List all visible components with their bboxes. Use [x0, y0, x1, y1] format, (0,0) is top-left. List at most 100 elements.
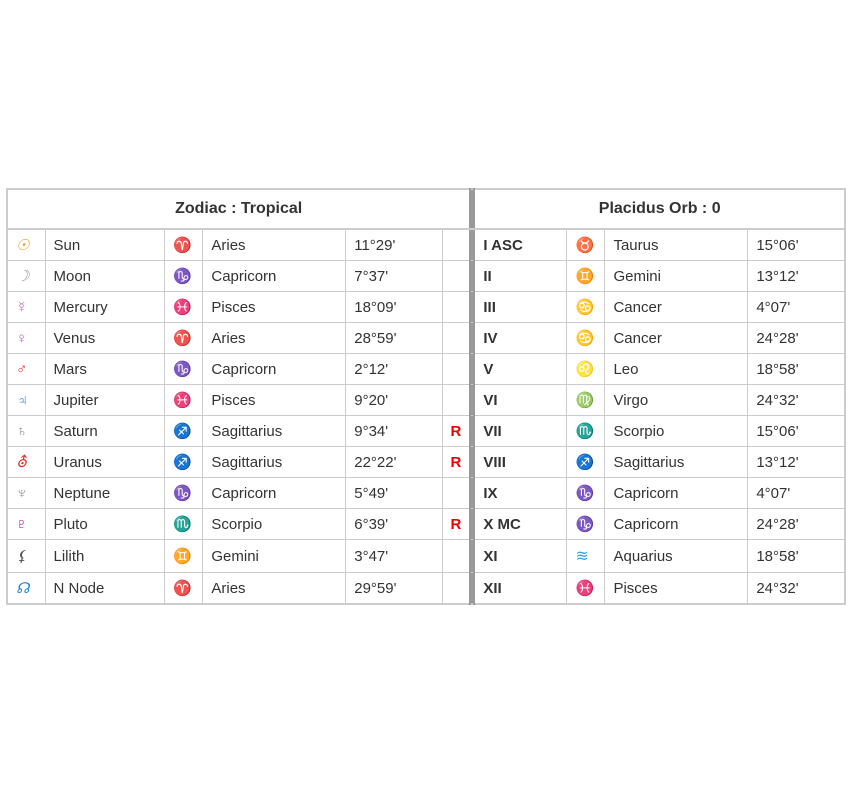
planet-degree: 6°39' — [346, 509, 442, 540]
house-degree: 18°58' — [748, 540, 845, 573]
house-sign-symbol: ♉ — [567, 229, 605, 261]
planet-sign-symbol: ♊ — [165, 540, 203, 573]
house-sign-name: Taurus — [605, 229, 748, 261]
planet-name: Moon — [45, 261, 165, 292]
planet-sign-name: Aries — [203, 323, 346, 354]
planet-sign-name: Pisces — [203, 385, 346, 416]
planet-retro — [442, 323, 470, 354]
planet-name: Pluto — [45, 509, 165, 540]
planet-retro — [442, 478, 470, 509]
planet-name: Lilith — [45, 540, 165, 573]
house-number: VII — [474, 416, 567, 447]
house-sign-name: Cancer — [605, 292, 748, 323]
planet-name: Neptune — [45, 478, 165, 509]
astrology-table: Zodiac : Tropical Placidus Orb : 0 ☉Sun♈… — [6, 188, 846, 605]
planet-name: Mercury — [45, 292, 165, 323]
house-sign-symbol: ♌ — [567, 354, 605, 385]
table-row: ☊N Node♈Aries29°59' XII♓Pisces24°32' — [7, 573, 845, 605]
planet-degree: 5°49' — [346, 478, 442, 509]
planet-symbol: ☉ — [7, 229, 45, 261]
house-sign-name: Aquarius — [605, 540, 748, 573]
house-sign-symbol: ≋ — [567, 540, 605, 573]
house-degree: 13°12' — [748, 261, 845, 292]
planet-symbol: ♆ — [7, 478, 45, 509]
house-sign-name: Pisces — [605, 573, 748, 605]
planet-sign-name: Sagittarius — [203, 447, 346, 478]
house-degree: 15°06' — [748, 229, 845, 261]
planet-retro — [442, 229, 470, 261]
house-sign-symbol: ♓ — [567, 573, 605, 605]
planet-sign-name: Aries — [203, 229, 346, 261]
planet-sign-name: Aries — [203, 573, 346, 605]
planet-degree: 29°59' — [346, 573, 442, 605]
planet-retro — [442, 292, 470, 323]
planet-retro: R — [442, 447, 470, 478]
planet-degree: 9°34' — [346, 416, 442, 447]
planet-degree: 18°09' — [346, 292, 442, 323]
table-row: ♆Neptune♑Capricorn5°49'IX♑Capricorn4°07' — [7, 478, 845, 509]
planet-sign-symbol: ♈ — [165, 229, 203, 261]
planet-sign-name: Capricorn — [203, 354, 346, 385]
planet-sign-symbol: ♐ — [165, 447, 203, 478]
house-sign-symbol: ♍ — [567, 385, 605, 416]
house-degree: 4°07' — [748, 478, 845, 509]
house-sign-symbol: ♏ — [567, 416, 605, 447]
house-degree: 24°28' — [748, 323, 845, 354]
planet-name: Jupiter — [45, 385, 165, 416]
planet-retro — [442, 354, 470, 385]
planet-retro — [442, 261, 470, 292]
planet-sign-symbol: ♏ — [165, 509, 203, 540]
table-row: ☿Mercury♓Pisces18°09'III♋Cancer4°07' — [7, 292, 845, 323]
planet-degree: 3°47' — [346, 540, 442, 573]
planet-name: Mars — [45, 354, 165, 385]
house-sign-name: Virgo — [605, 385, 748, 416]
house-sign-symbol: ♋ — [567, 323, 605, 354]
house-number: VI — [474, 385, 567, 416]
planet-sign-symbol: ♈ — [165, 573, 203, 605]
house-degree: 24°28' — [748, 509, 845, 540]
planet-retro: R — [442, 416, 470, 447]
table-row: ☽Moon♑Capricorn7°37'II♊Gemini13°12' — [7, 261, 845, 292]
planet-retro — [442, 540, 470, 573]
house-sign-symbol: ♋ — [567, 292, 605, 323]
house-number: XI — [474, 540, 567, 573]
planet-symbol: ♇ — [7, 509, 45, 540]
planet-symbol: ☊ — [7, 573, 45, 605]
planet-sign-symbol: ♓ — [165, 385, 203, 416]
house-number: XII — [474, 573, 567, 605]
house-sign-symbol: ♐ — [567, 447, 605, 478]
planet-name: Sun — [45, 229, 165, 261]
planet-retro: R — [442, 509, 470, 540]
house-degree: 15°06' — [748, 416, 845, 447]
planet-sign-symbol: ♓ — [165, 292, 203, 323]
house-sign-symbol: ♊ — [567, 261, 605, 292]
right-header: Placidus Orb : 0 — [474, 189, 845, 229]
planet-name: N Node — [45, 573, 165, 605]
planet-symbol: ⛢ — [7, 447, 45, 478]
house-number: X MC — [474, 509, 567, 540]
planet-sign-name: Pisces — [203, 292, 346, 323]
planet-sign-name: Capricorn — [203, 478, 346, 509]
house-sign-name: Capricorn — [605, 478, 748, 509]
house-sign-name: Sagittarius — [605, 447, 748, 478]
table-row: ⛢Uranus♐Sagittarius22°22'RVIII♐Sagittari… — [7, 447, 845, 478]
house-number: II — [474, 261, 567, 292]
table-row: ⚸Lilith♊Gemini3°47'XI≋Aquarius18°58' — [7, 540, 845, 573]
table-row: ♀Venus♈Aries28°59'IV♋Cancer24°28' — [7, 323, 845, 354]
planet-symbol: ☿ — [7, 292, 45, 323]
planet-sign-name: Capricorn — [203, 261, 346, 292]
planet-symbol: ♀ — [7, 323, 45, 354]
planet-sign-name: Sagittarius — [203, 416, 346, 447]
planet-degree: 22°22' — [346, 447, 442, 478]
house-degree: 24°32' — [748, 385, 845, 416]
house-degree: 18°58' — [748, 354, 845, 385]
house-number: I ASC — [474, 229, 567, 261]
table-row: ♇Pluto♏Scorpio6°39'RX MC♑Capricorn24°28' — [7, 509, 845, 540]
planet-degree: 11°29' — [346, 229, 442, 261]
planet-retro — [442, 385, 470, 416]
house-sign-name: Leo — [605, 354, 748, 385]
house-sign-name: Gemini — [605, 261, 748, 292]
house-degree: 24°32' — [748, 573, 845, 605]
planet-sign-symbol: ♑ — [165, 354, 203, 385]
house-number: IV — [474, 323, 567, 354]
